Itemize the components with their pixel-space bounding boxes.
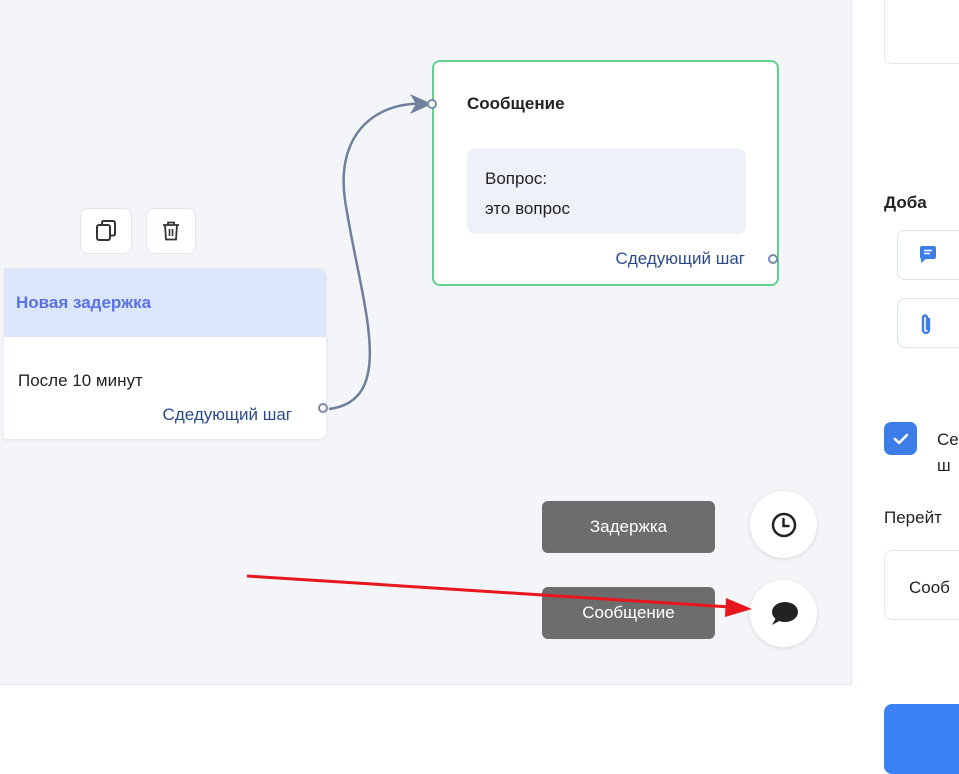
message-action-label[interactable]: Сообщение — [542, 587, 715, 639]
trash-icon — [163, 221, 179, 241]
chat-bubble-icon — [771, 601, 798, 625]
message-next-step-label: Сдедующий шаг — [615, 249, 745, 268]
delay-node-text: После 10 минут — [18, 371, 143, 390]
delay-node-title: Новая задержка — [16, 293, 152, 312]
message-bubble: Вопрос: это вопрос — [467, 148, 746, 234]
settings-panel — [852, 0, 959, 774]
message-action-text: Сообщение — [582, 603, 675, 622]
goto-select-value: Сооб — [909, 578, 950, 597]
checkbox-label-line: ш — [937, 456, 951, 475]
add-content-heading: Доба — [884, 193, 927, 212]
message-node[interactable]: Сообщение Вопрос: это вопрос Сдедующий ш… — [432, 60, 779, 286]
message-node-title: Сообщение — [467, 94, 565, 113]
add-attachment-button[interactable] — [897, 298, 959, 348]
copy-icon — [96, 220, 116, 241]
add-text-button[interactable] — [897, 230, 959, 280]
clock-icon — [771, 512, 796, 537]
delay-node-body: После 10 минут — [4, 337, 326, 391]
delay-next-step-label: Сдедующий шаг — [162, 405, 292, 424]
add-message-button[interactable] — [750, 580, 817, 647]
copy-node-button[interactable] — [80, 208, 132, 254]
message-bubble-line: это вопрос — [485, 199, 570, 218]
message-icon — [920, 246, 936, 263]
delay-node-header: Новая задержка — [4, 269, 326, 337]
save-button[interactable] — [884, 704, 959, 774]
panel-text-field[interactable] — [884, 0, 959, 64]
delay-output-port[interactable] — [318, 403, 328, 413]
next-step-checkbox[interactable] — [884, 422, 917, 455]
delete-node-button[interactable] — [146, 208, 196, 254]
paperclip-icon — [921, 314, 931, 335]
message-output-port[interactable] — [768, 254, 778, 264]
goto-label: Перейт — [884, 508, 942, 527]
add-delay-button[interactable] — [750, 491, 817, 558]
delay-node[interactable]: Новая задержка После 10 минут Сдедующий … — [4, 268, 327, 440]
message-bubble-line: Вопрос: — [485, 169, 548, 188]
goto-select[interactable]: Сооб — [884, 550, 959, 620]
delay-action-label[interactable]: Задержка — [542, 501, 715, 553]
message-input-port[interactable] — [427, 99, 437, 109]
checkbox-label-line: Се — [937, 430, 959, 449]
node-toolbar — [80, 208, 196, 254]
delay-action-text: Задержка — [589, 517, 668, 536]
checkmark-icon — [893, 433, 908, 444]
